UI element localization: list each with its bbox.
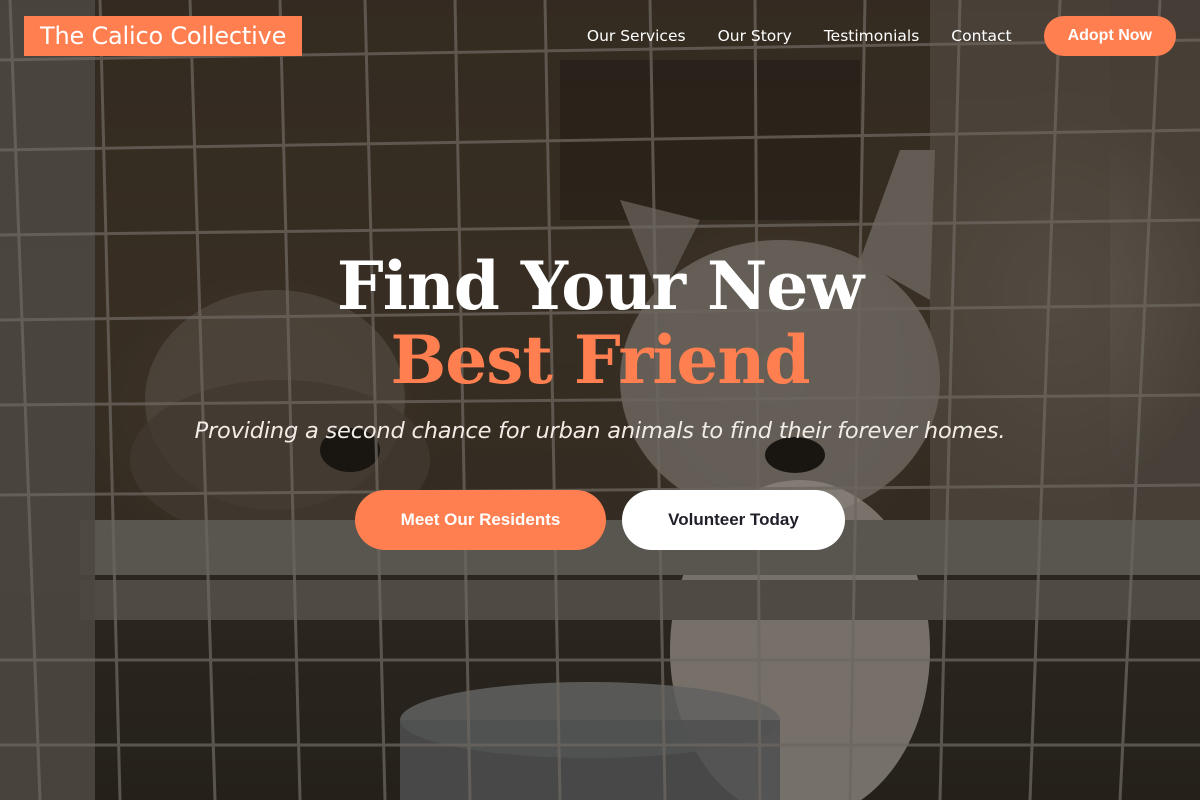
hero-subtitle: Providing a second chance for urban anim… (194, 418, 1006, 444)
hero-headline: Find Your New Best Friend (0, 248, 1200, 396)
volunteer-today-button[interactable]: Volunteer Today (622, 490, 845, 550)
meet-our-residents-button[interactable]: Meet Our Residents (355, 490, 606, 550)
nav-our-services[interactable]: Our Services (587, 27, 686, 45)
adopt-now-button[interactable]: Adopt Now (1043, 16, 1176, 56)
hero-section (0, 0, 1200, 800)
nav-testimonials[interactable]: Testimonials (824, 27, 919, 45)
hero-dark-overlay (0, 0, 1200, 800)
nav-contact[interactable]: Contact (951, 27, 1011, 45)
headline-line-2: Best Friend (390, 321, 810, 399)
brand-logo[interactable]: The Calico Collective (24, 16, 303, 56)
nav-our-story[interactable]: Our Story (718, 27, 792, 45)
main-navigation: Our Services Our Story Testimonials Cont… (587, 16, 1176, 56)
headline-line-1: Find Your New (336, 247, 864, 325)
